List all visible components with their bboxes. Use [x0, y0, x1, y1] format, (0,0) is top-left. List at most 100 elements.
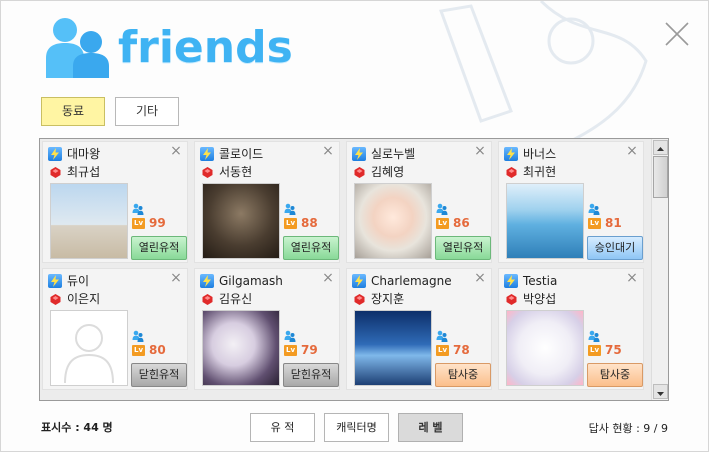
profile-photo[interactable] [202, 183, 280, 259]
red-gem-icon [202, 294, 213, 305]
sort-by-character-button[interactable]: 캐릭터명 [324, 413, 389, 442]
character-name: 김유신 [219, 292, 253, 306]
friend-card[interactable]: 콜로이드 × 서동현 Lv 88 열린유적 [194, 141, 340, 263]
scroll-up-arrow[interactable] [653, 140, 668, 155]
remove-friend-icon[interactable]: × [321, 271, 335, 285]
display-count: 표시수 : 44 명 [41, 421, 113, 434]
red-gem-icon [354, 294, 365, 305]
level-icon: Lv [436, 218, 449, 229]
scroll-thumb[interactable] [653, 156, 668, 198]
status-button[interactable]: 닫힌유적 [283, 363, 339, 387]
lightning-icon [200, 274, 214, 288]
friend-card[interactable]: Gilgamash × 김유신 Lv 79 닫힌유적 [194, 268, 340, 390]
remove-friend-icon[interactable]: × [473, 271, 487, 285]
user-icon [284, 330, 296, 342]
status-button[interactable]: 열린유적 [435, 236, 491, 260]
red-gem-icon [50, 294, 61, 305]
scrollbar[interactable] [651, 139, 668, 400]
status-button[interactable]: 탐사중 [587, 363, 643, 387]
profile-photo[interactable] [354, 183, 432, 259]
lightning-icon [352, 147, 366, 161]
friend-name: 실로누벨 [371, 147, 416, 161]
level-value: 75 [605, 343, 622, 357]
status-button[interactable]: 닫힌유적 [131, 363, 187, 387]
remove-friend-icon[interactable]: × [169, 271, 183, 285]
red-gem-icon [50, 167, 61, 178]
profile-photo[interactable] [50, 183, 128, 259]
friend-name: 바너스 [523, 147, 557, 161]
friends-logo-icon [46, 18, 109, 78]
level-icon: Lv [132, 218, 145, 229]
level-value: 80 [149, 343, 166, 357]
level-icon: Lv [284, 345, 297, 356]
sort-by-ruins-button[interactable]: 유 적 [250, 413, 315, 442]
level-icon: Lv [436, 345, 449, 356]
friend-name: 대마왕 [67, 147, 101, 161]
tab-others[interactable]: 기타 [115, 97, 179, 126]
level-icon: Lv [588, 218, 601, 229]
level-value: 99 [149, 216, 166, 230]
lightning-icon [48, 147, 62, 161]
tab-colleagues[interactable]: 동료 [41, 97, 105, 126]
red-gem-icon [202, 167, 213, 178]
user-icon [284, 203, 296, 215]
friends-window: friends 동료 기타 대마왕 × 최규섭 Lv 99 열린유적 콜로이드 … [0, 0, 709, 452]
friend-name: 콜로이드 [219, 147, 264, 161]
red-gem-icon [354, 167, 365, 178]
status-button[interactable]: 열린유적 [131, 236, 187, 260]
friend-name: Testia [523, 274, 558, 288]
character-name: 최규섭 [67, 165, 101, 179]
friend-name: 듀이 [67, 274, 90, 288]
remove-friend-icon[interactable]: × [625, 271, 639, 285]
friend-card[interactable]: Testia × 박양섭 Lv 75 탐사중 [498, 268, 644, 390]
profile-photo[interactable] [50, 310, 128, 386]
status-button[interactable]: 탐사중 [435, 363, 491, 387]
red-gem-icon [506, 167, 517, 178]
remove-friend-icon[interactable]: × [321, 144, 335, 158]
lightning-icon [504, 274, 518, 288]
profile-photo[interactable] [354, 310, 432, 386]
character-name: 장지훈 [371, 292, 405, 306]
level-icon: Lv [588, 345, 601, 356]
lightning-icon [352, 274, 366, 288]
status-button[interactable]: 승인대기 [587, 236, 643, 260]
lightning-icon [504, 147, 518, 161]
friend-card[interactable]: 대마왕 × 최규섭 Lv 99 열린유적 [42, 141, 188, 263]
status-button[interactable]: 열린유적 [283, 236, 339, 260]
level-value: 86 [453, 216, 470, 230]
lightning-icon [48, 274, 62, 288]
user-icon [436, 203, 448, 215]
scroll-down-arrow[interactable] [653, 384, 668, 399]
friend-card[interactable]: 바너스 × 최귀현 Lv 81 승인대기 [498, 141, 644, 263]
remove-friend-icon[interactable]: × [473, 144, 487, 158]
user-icon [132, 203, 144, 215]
friend-name: Charlemagne [371, 274, 452, 288]
remove-friend-icon[interactable]: × [169, 144, 183, 158]
character-name: 최귀현 [523, 165, 557, 179]
character-name: 박양섭 [523, 292, 557, 306]
profile-photo[interactable] [506, 310, 584, 386]
character-name: 서동현 [219, 165, 253, 179]
sort-by-level-button[interactable]: 레 벨 [398, 413, 463, 442]
level-value: 88 [301, 216, 318, 230]
red-gem-icon [506, 294, 517, 305]
friend-card[interactable]: Charlemagne × 장지훈 Lv 78 탐사중 [346, 268, 492, 390]
friend-card[interactable]: 듀이 × 이은지 Lv 80 닫힌유적 [42, 268, 188, 390]
friend-card[interactable]: 실로누벨 × 김혜영 Lv 86 열린유적 [346, 141, 492, 263]
level-icon: Lv [132, 345, 145, 356]
profile-photo[interactable] [202, 310, 280, 386]
user-icon [588, 330, 600, 342]
exploration-status: 답사 현황 : 9 / 9 [588, 422, 668, 435]
app-title: friends [118, 22, 293, 73]
level-value: 81 [605, 216, 622, 230]
close-icon[interactable] [663, 20, 691, 48]
default-avatar-icon [64, 324, 114, 384]
level-value: 78 [453, 343, 470, 357]
lightning-icon [200, 147, 214, 161]
level-icon: Lv [284, 218, 297, 229]
friend-list[interactable]: 대마왕 × 최규섭 Lv 99 열린유적 콜로이드 × 서동현 Lv 88 열린… [39, 138, 669, 401]
profile-photo[interactable] [506, 183, 584, 259]
user-icon [132, 330, 144, 342]
character-name: 김혜영 [371, 165, 405, 179]
remove-friend-icon[interactable]: × [625, 144, 639, 158]
